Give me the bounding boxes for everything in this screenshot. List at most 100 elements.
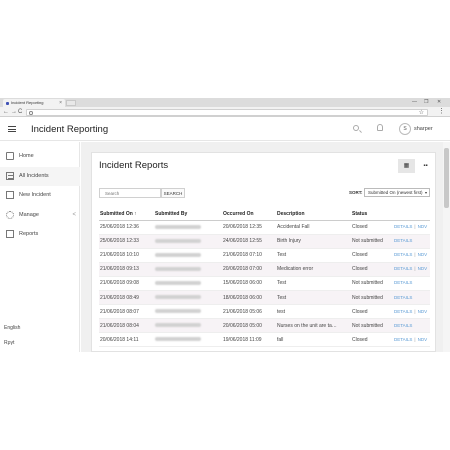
table-row[interactable]: 20/06/2018 14:11 19/06/2018 11:09 fall Clos… xyxy=(99,332,430,348)
window-close-icon[interactable]: ✕ xyxy=(437,99,441,106)
url-field[interactable]: ☆ xyxy=(26,108,428,116)
col-occurred-on[interactable]: Occurred On xyxy=(222,208,276,221)
submitted-by-cell xyxy=(154,290,222,306)
grid-view-button[interactable]: ▪▪ xyxy=(417,159,434,173)
submitted-by-cell xyxy=(154,248,222,263)
table-view-button[interactable]: ▦ xyxy=(398,159,415,173)
actions-cell: DETAILS | NDV xyxy=(393,332,430,348)
browser-tab[interactable]: Incident Reporting × xyxy=(3,99,65,107)
maximize-icon[interactable]: ❐ xyxy=(424,99,428,106)
scrollbar-thumb[interactable] xyxy=(444,148,449,208)
details-link[interactable]: DETAILS xyxy=(394,295,412,300)
status-cell: Not submitted xyxy=(351,276,393,291)
details-link[interactable]: DETAILS xyxy=(394,224,412,229)
actions-cell: DETAILS | NDV xyxy=(393,220,430,235)
browser-menu-icon[interactable]: ⋮ xyxy=(438,107,445,116)
user-name[interactable]: sharper xyxy=(414,126,433,132)
sort-select[interactable]: Submitted On (newest first) ▾ xyxy=(364,188,430,197)
sidebar-item-reports[interactable]: Reports xyxy=(0,225,80,244)
ndv-link[interactable]: NDV xyxy=(418,266,428,271)
actions-cell: DETAILS xyxy=(393,318,430,334)
edit-icon xyxy=(6,191,14,199)
status-cell: Closed xyxy=(351,220,393,235)
new-tab-button[interactable] xyxy=(66,100,76,106)
back-icon[interactable]: ← xyxy=(3,108,9,116)
occurred-on-cell: 19/06/2018 11:09 xyxy=(222,332,276,348)
hamburger-menu-icon[interactable] xyxy=(8,126,16,132)
redacted-name xyxy=(155,337,201,342)
description-cell: Nurses on the unit are ta… xyxy=(276,318,351,334)
table-row[interactable]: 25/06/2018 12:33 24/06/2018 12:55 Birth In… xyxy=(99,234,430,249)
sidebar-item-home[interactable]: Home xyxy=(0,147,80,166)
col-description[interactable]: Description xyxy=(276,208,351,221)
redacted-name xyxy=(155,267,201,271)
ndv-link[interactable]: NDV xyxy=(418,252,428,257)
details-link[interactable]: DETAILS xyxy=(394,252,412,257)
forward-icon[interactable]: → xyxy=(11,108,17,116)
occurred-on-cell: 24/06/2018 12:55 xyxy=(222,234,276,249)
tab-close-icon[interactable]: × xyxy=(59,99,62,107)
details-link[interactable]: DETAILS xyxy=(394,266,412,271)
page-title: Incident Reports xyxy=(99,160,169,171)
description-cell: Birth Injury xyxy=(276,234,351,249)
chevron-left-icon[interactable]: < xyxy=(72,206,76,225)
bookmark-star-icon[interactable]: ☆ xyxy=(419,109,424,116)
redacted-name xyxy=(155,224,201,229)
description-cell: Medication error xyxy=(276,262,351,277)
table-row[interactable]: 25/06/2018 12:36 20/06/2018 12:35 Accident… xyxy=(99,220,430,235)
status-cell: Closed xyxy=(351,262,393,277)
status-cell: Closed xyxy=(351,332,393,348)
table-row[interactable]: 21/06/2018 08:04 20/06/2018 05:00 Nurses o… xyxy=(99,318,430,334)
col-status[interactable]: Status xyxy=(351,208,393,221)
details-link[interactable]: DETAILS xyxy=(394,238,412,243)
tab-title: Incident Reporting xyxy=(11,100,44,105)
description-cell: Test xyxy=(276,248,351,263)
details-link[interactable]: DETAILS xyxy=(394,280,412,285)
table-row[interactable]: 21/06/2018 10:10 21/06/2018 07:10 Test Clos… xyxy=(99,248,430,263)
search-button[interactable]: SEARCH xyxy=(161,188,185,198)
submitted-on-cell: 21/06/2018 08:04 xyxy=(99,318,154,334)
table-row[interactable]: 21/06/2018 08:49 18/06/2018 06:00 Test Not … xyxy=(99,290,430,306)
table-row[interactable]: 21/06/2018 09:08 15/06/2018 06:00 Test Not … xyxy=(99,276,430,291)
notification-bell-icon[interactable] xyxy=(377,124,383,131)
status-cell: Closed xyxy=(351,304,393,320)
search-input[interactable] xyxy=(99,188,161,198)
actions-cell: DETAILS xyxy=(393,290,430,306)
sidebar-item-manage[interactable]: Manage < xyxy=(0,206,80,225)
submitted-by-cell xyxy=(154,262,222,277)
site-info-icon[interactable] xyxy=(29,111,33,115)
ndv-link[interactable]: NDV xyxy=(418,309,428,314)
gear-icon xyxy=(6,211,14,219)
table-row[interactable]: 21/06/2018 08:07 21/06/2018 05:06 test Clos… xyxy=(99,304,430,320)
table-row[interactable]: 21/06/2018 09:13 20/06/2018 07:00 Medicati… xyxy=(99,262,430,277)
redacted-name xyxy=(155,295,201,300)
redacted-name xyxy=(155,252,201,257)
sidebar-item-new-incident[interactable]: New Incident xyxy=(0,186,80,205)
minimize-icon[interactable]: — xyxy=(412,99,417,106)
occurred-on-cell: 21/06/2018 05:06 xyxy=(222,304,276,320)
description-cell: Accidental Fall xyxy=(276,220,351,235)
col-submitted-by[interactable]: Submitted By xyxy=(154,208,222,221)
language-english[interactable]: English xyxy=(4,325,20,331)
sidebar: Home All Incidents New Incident Manage <… xyxy=(0,142,80,352)
language-other[interactable]: Rργt xyxy=(4,340,14,346)
ndv-link[interactable]: NDV xyxy=(418,224,428,229)
search-icon[interactable] xyxy=(353,125,359,131)
submitted-on-cell: 21/06/2018 09:08 xyxy=(99,276,154,291)
avatar[interactable]: S xyxy=(399,123,411,135)
description-cell: fall xyxy=(276,332,351,348)
sidebar-item-all-incidents[interactable]: All Incidents xyxy=(0,167,80,186)
submitted-by-cell xyxy=(154,304,222,320)
actions-cell: DETAILS | NDV xyxy=(393,262,430,277)
reload-icon[interactable]: C xyxy=(18,108,22,116)
table-header-row: Submitted On ↑ Submitted By Occurred On … xyxy=(99,208,430,221)
redacted-name xyxy=(155,323,201,328)
details-link[interactable]: DETAILS xyxy=(394,323,412,328)
ndv-link[interactable]: NDV xyxy=(418,337,428,342)
col-submitted-on[interactable]: Submitted On ↑ xyxy=(99,208,154,221)
sidebar-item-label: Home xyxy=(19,153,34,159)
list-icon xyxy=(6,172,14,180)
main-content: Incident Reports ▦ ▪▪ SEARCH SORT: Submi… xyxy=(81,142,443,352)
details-link[interactable]: DETAILS xyxy=(394,309,412,314)
details-link[interactable]: DETAILS xyxy=(394,337,412,342)
